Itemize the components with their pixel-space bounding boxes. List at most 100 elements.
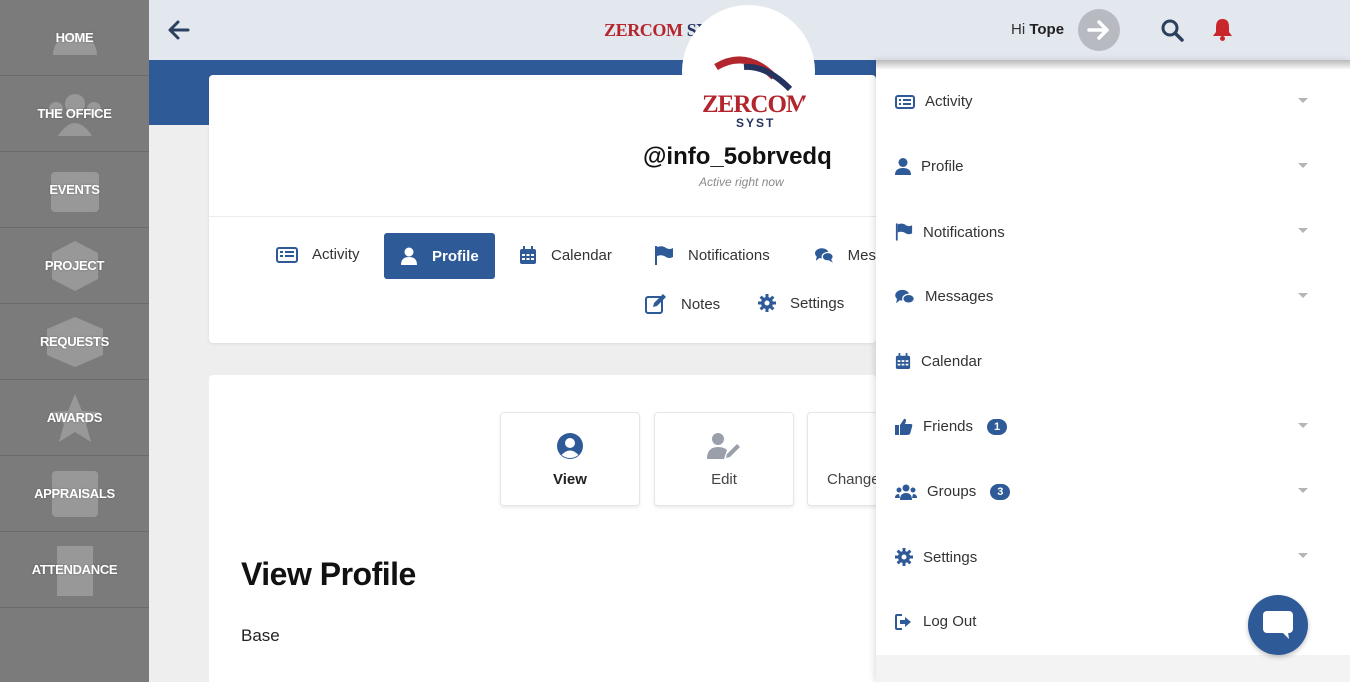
change-photo-button[interactable]: Change: [807, 412, 876, 506]
account-dropdown: [876, 60, 1350, 682]
chevron-down-icon[interactable]: [1298, 488, 1308, 493]
calendar-icon: [895, 353, 911, 370]
menu-item-label: Settings: [923, 548, 978, 566]
tab-label: Settings: [790, 294, 845, 312]
change-button-label: Change: [827, 471, 876, 488]
comments-icon: [895, 289, 915, 304]
arrow-left-icon: [168, 20, 190, 40]
user-edit-icon: [707, 433, 740, 459]
chevron-down-icon[interactable]: [1298, 163, 1308, 168]
user-name: Tope: [1029, 21, 1065, 38]
chevron-down-icon[interactable]: [1298, 553, 1308, 558]
user-icon: [401, 247, 417, 265]
chevron-down-icon[interactable]: [1298, 423, 1308, 428]
sidebar-item-project[interactable]: PROJECT: [0, 228, 149, 304]
menu-item-friends[interactable]: Friends 1: [895, 418, 1008, 435]
avatar-logo-text: ZERCOM: [702, 91, 809, 118]
menu-item-label: Log Out: [923, 613, 977, 630]
tab-label: Mes: [847, 246, 876, 264]
menu-item-log-out[interactable]: Log Out: [895, 613, 976, 630]
edit-icon: [645, 294, 666, 314]
avatar[interactable]: ZERCOM SYST: [682, 5, 815, 138]
menu-item-label: Activity: [925, 93, 973, 110]
page-title: View Profile: [241, 556, 416, 592]
brand-first-word: ZERCOM: [604, 20, 683, 40]
notifications-button[interactable]: [1212, 18, 1233, 46]
tab-activity[interactable]: Activity: [276, 246, 360, 263]
sidebar-item-label: ATTENDANCE: [31, 562, 118, 577]
chat-button[interactable]: [1248, 595, 1308, 655]
bell-icon: [1213, 19, 1232, 41]
account-menu-toggle[interactable]: [1078, 9, 1120, 51]
tab-notifications[interactable]: Notifications: [654, 246, 770, 265]
greeting: Hi Tope: [1011, 21, 1064, 38]
tab-label: Notes: [681, 295, 721, 313]
menu-item-label: Friends: [923, 418, 974, 435]
sidebar-item-home[interactable]: HOME: [0, 0, 149, 76]
users-icon: [895, 484, 917, 500]
sidebar-item-label: THE OFFICE: [37, 106, 112, 121]
thumbs-up-icon: [895, 418, 913, 435]
tab-settings[interactable]: Settings: [758, 294, 844, 312]
chevron-down-icon[interactable]: [1298, 98, 1308, 103]
arrow-right-icon: [1087, 20, 1109, 40]
avatar-logo-subtext: SYST: [736, 116, 776, 130]
friends-count-badge: 1: [987, 418, 1008, 435]
menu-item-profile[interactable]: Profile: [895, 158, 964, 175]
user-icon: [895, 158, 911, 175]
chevron-down-icon[interactable]: [1298, 228, 1308, 233]
edit-profile-button[interactable]: Edit: [654, 412, 794, 506]
sidebar-item-requests[interactable]: REQUESTS: [0, 304, 149, 380]
menu-item-messages[interactable]: Messages: [895, 288, 993, 305]
edit-button-label: Edit: [711, 471, 737, 488]
flag-icon: [655, 246, 673, 265]
view-profile-button[interactable]: View: [500, 412, 640, 506]
sidebar-item-label: EVENTS: [49, 182, 100, 197]
search-icon: [1161, 19, 1184, 42]
search-button[interactable]: [1160, 18, 1184, 47]
calendar-icon: [520, 246, 536, 264]
menu-item-calendar[interactable]: Calendar: [895, 353, 982, 370]
menu-item-notifications[interactable]: Notifications: [895, 223, 1005, 241]
tab-label: Activity: [312, 246, 360, 263]
sidebar-item-attendance[interactable]: ATTENDANCE: [0, 532, 149, 608]
chat-bubble-icon: [1263, 611, 1293, 639]
sidebar-item-label: PROJECT: [44, 258, 105, 273]
chevron-down-icon[interactable]: [1298, 293, 1308, 298]
menu-item-activity[interactable]: Activity: [895, 93, 973, 110]
sidebar-item-awards[interactable]: AWARDS: [0, 380, 149, 456]
dropdown-top-shadow: [876, 60, 1350, 70]
sidebar-item-label: HOME: [55, 30, 94, 45]
sidebar-item-appraisals[interactable]: APPRAISALS: [0, 456, 149, 532]
flag-icon: [895, 223, 913, 241]
menu-item-settings[interactable]: Settings: [895, 548, 977, 566]
activity-icon: [276, 246, 298, 263]
view-button-label: View: [553, 471, 587, 488]
user-circle-icon: [557, 433, 583, 459]
card-divider: [209, 216, 876, 217]
tab-label: Profile: [432, 247, 479, 265]
sign-out-icon: [895, 613, 911, 630]
tab-notes[interactable]: Notes: [645, 294, 720, 314]
tab-profile[interactable]: Profile: [384, 233, 495, 279]
tab-label: Notifications: [688, 247, 770, 264]
menu-item-label: Calendar: [921, 353, 982, 370]
sidebar-item-the-office[interactable]: THE OFFICE: [0, 76, 149, 152]
dropdown-footer: [876, 655, 1350, 682]
back-button[interactable]: [166, 16, 192, 44]
sidebar-item-events[interactable]: EVENTS: [0, 152, 149, 228]
main-sidebar: HOME THE OFFICE EVENTS PROJECT REQUESTS …: [0, 0, 149, 682]
gear-icon: [895, 548, 913, 566]
activity-icon: [895, 94, 915, 109]
tab-messages[interactable]: Mes: [815, 246, 876, 264]
sidebar-item-label: AWARDS: [46, 410, 103, 425]
menu-item-label: Notifications: [923, 223, 1005, 241]
profile-status: Active right now: [699, 175, 784, 189]
tab-calendar[interactable]: Calendar: [519, 246, 612, 265]
menu-item-groups[interactable]: Groups 3: [895, 483, 1011, 500]
groups-count-badge: 3: [990, 483, 1011, 500]
sidebar-item-label: APPRAISALS: [34, 486, 115, 501]
tab-label: Calendar: [551, 247, 612, 264]
menu-item-label: Profile: [921, 158, 964, 175]
sidebar-item-label: REQUESTS: [39, 334, 110, 349]
